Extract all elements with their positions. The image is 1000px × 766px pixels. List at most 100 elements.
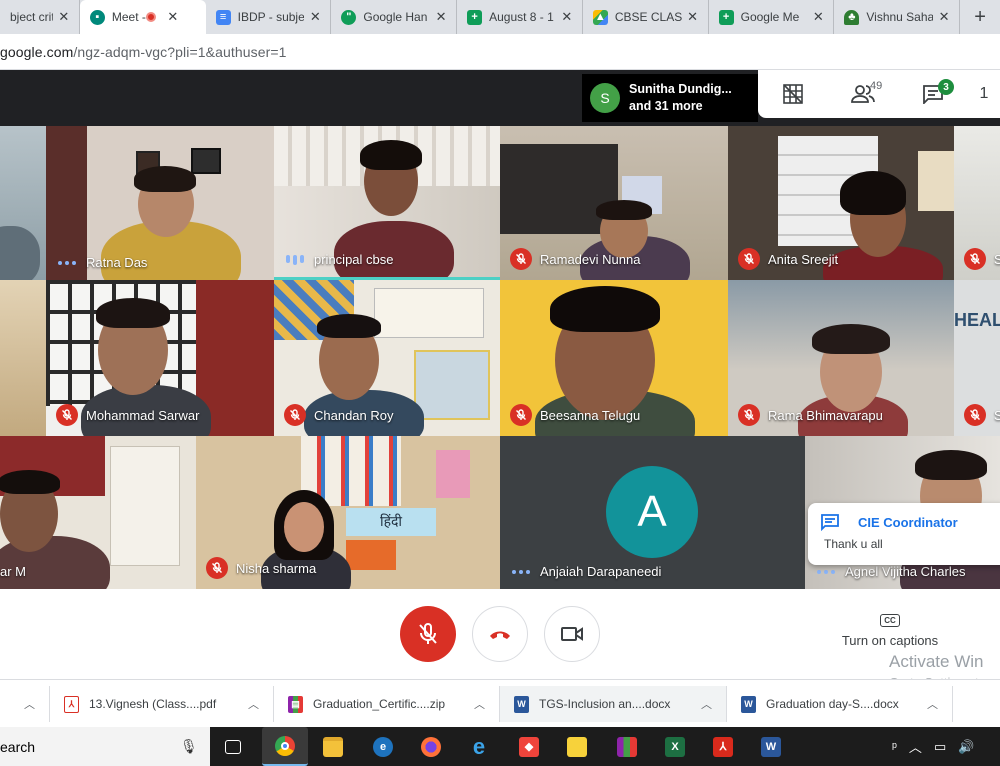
meet-top-bar: S Sunitha Dundig... and 31 more 49 3 1 — [0, 70, 1000, 126]
participant-label: Beesanna Telugu — [500, 404, 640, 426]
word-icon: W — [761, 736, 781, 757]
close-icon[interactable]: ✕ — [811, 9, 825, 25]
mic-off-icon — [964, 248, 986, 270]
address-bar[interactable]: google.com/ngz-adqm-vgc?pli=1&authuser=1 — [0, 34, 1000, 70]
word-icon: W — [741, 695, 756, 713]
participant-label: Chandan Roy — [274, 404, 394, 426]
mic-off-icon — [206, 557, 228, 579]
participant-label: Mohammad Sarwar — [46, 404, 199, 426]
volume-icon[interactable]: 🔊 — [958, 739, 974, 755]
participant-hair — [96, 298, 170, 328]
download-item[interactable]: W TGS-Inclusion an....docx ︿ — [500, 686, 727, 722]
close-icon[interactable]: ✕ — [308, 9, 322, 25]
chat-button[interactable]: 3 — [898, 70, 968, 118]
speaking-indicator-icon — [512, 569, 530, 574]
participant-tile-ratna-das: Ratna Das — [46, 126, 274, 280]
task-view-icon — [225, 739, 241, 754]
taskbar-anydesk[interactable]: ◆ — [514, 732, 544, 761]
participant-hair — [840, 171, 906, 215]
tab-vishnu-saha[interactable]: ♣ Vishnu Saha ✕ — [834, 0, 961, 34]
people-button[interactable]: 49 — [828, 70, 898, 118]
taskbar-word[interactable]: W — [756, 732, 786, 761]
battery-icon[interactable]: ▭ — [934, 739, 946, 755]
participant-name: Mohammad Sarwar — [86, 407, 200, 423]
participant-hair — [0, 470, 60, 494]
download-item[interactable]: ▤ Graduation_Certific....zip ︿ — [274, 686, 500, 722]
close-icon[interactable]: ✕ — [434, 9, 448, 25]
excel-icon: X — [665, 736, 685, 757]
wall-chart — [436, 450, 470, 498]
tab-meet[interactable]: ▪ Meet - ✕ — [79, 0, 206, 34]
tab-ibdp[interactable]: ≡ IBDP - subje ✕ — [206, 0, 332, 34]
chevron-up-icon[interactable]: ︿ — [909, 737, 922, 756]
system-tray: ᵖ ︿ ▭ 🔊 — [892, 727, 974, 766]
captions-button[interactable]: CC Turn on captions — [832, 611, 948, 648]
chevron-up-icon[interactable]: ︿ — [248, 696, 259, 712]
taskbar-excel[interactable]: X — [660, 732, 690, 761]
tab-subject-criteria[interactable]: bject crite ✕ — [0, 0, 80, 34]
wall-sign: HEALT — [954, 310, 1000, 330]
taskbar-sticky-notes[interactable] — [562, 732, 592, 761]
camera-toggle-button[interactable] — [544, 606, 600, 662]
taskbar-edge[interactable]: e — [368, 732, 398, 761]
chevron-up-icon[interactable]: ︿ — [927, 696, 938, 712]
tab-august-8[interactable]: + August 8 - 1 ✕ — [457, 0, 583, 34]
word-icon: W — [514, 695, 529, 713]
download-filename: Graduation day-S....docx — [766, 697, 899, 711]
taskbar-search-box[interactable]: earch 🎙 — [0, 727, 210, 766]
taskbar-chrome[interactable] — [262, 727, 308, 766]
participant-label: Nisha sharma — [196, 557, 316, 579]
leave-call-button[interactable] — [472, 606, 528, 662]
close-icon[interactable]: ✕ — [57, 9, 71, 25]
tab-cbse-class[interactable]: ▲ CBSE CLASS ✕ — [583, 0, 709, 34]
door — [110, 446, 180, 566]
participant-tile — [0, 280, 46, 436]
docs-icon: ≡ — [215, 9, 231, 25]
chevron-up-icon[interactable]: ︿ — [474, 696, 485, 712]
more-button[interactable]: 1 — [968, 70, 1000, 118]
chat-badge: 3 — [938, 79, 954, 95]
sticky-notes-icon — [567, 736, 587, 757]
firefox-icon — [421, 736, 441, 757]
people-icon[interactable]: ᵖ — [892, 739, 897, 754]
tab-title: Vishnu Saha — [866, 10, 934, 24]
close-icon[interactable]: ✕ — [560, 9, 574, 25]
download-item[interactable]: ︿ — [0, 686, 50, 722]
close-icon[interactable]: ✕ — [686, 9, 700, 25]
participant-name: Anjaiah Darapaneedi — [540, 564, 662, 579]
winrar-icon: ▤ — [288, 695, 303, 713]
participant-name: S — [994, 251, 1000, 267]
speaking-indicator-icon — [58, 260, 76, 265]
close-icon[interactable]: ✕ — [166, 9, 180, 25]
mic-off-icon — [738, 404, 760, 426]
chevron-up-icon[interactable]: ︿ — [701, 696, 712, 712]
tab-title: Google Han — [363, 10, 428, 24]
taskbar-firefox[interactable] — [416, 732, 446, 761]
tab-google-hangouts[interactable]: " Google Han ✕ — [331, 0, 458, 34]
taskbar-file-explorer[interactable] — [318, 732, 348, 761]
chevron-up-icon[interactable]: ︿ — [24, 696, 35, 712]
sheets-icon: + — [718, 9, 734, 25]
presenter-chip[interactable]: S Sunitha Dundig... and 31 more — [582, 74, 758, 122]
task-view-button[interactable] — [218, 732, 248, 761]
taskbar-winrar[interactable] — [612, 732, 642, 761]
download-item[interactable]: W Graduation day-S....docx ︿ — [727, 686, 953, 722]
blackboard — [500, 144, 618, 234]
download-item[interactable]: ⅄ 13.Vignesh (Class....pdf ︿ — [50, 686, 274, 722]
close-icon[interactable]: ✕ — [937, 9, 951, 25]
mic-off-icon — [284, 404, 306, 426]
taskbar-acrobat[interactable]: ⅄ — [708, 732, 738, 761]
avatar: A — [606, 466, 698, 558]
mic-off-icon — [738, 248, 760, 270]
participant-label: principal cbse — [274, 252, 394, 267]
layout-button[interactable] — [758, 70, 828, 118]
mic-off-icon — [56, 404, 78, 426]
wall-art — [374, 288, 484, 338]
taskbar-internet-explorer[interactable]: e — [464, 732, 494, 761]
microphone-toggle-button[interactable] — [400, 606, 456, 662]
new-tab-button[interactable]: + — [960, 0, 1000, 34]
tab-google-meet-sheet[interactable]: + Google Me ✕ — [709, 0, 835, 34]
chat-notification[interactable]: CIE Coordinator Thank u all — [808, 503, 1000, 565]
microphone-icon[interactable]: 🎙 — [180, 738, 198, 755]
participant-tile-ar-m: ar M — [0, 436, 196, 589]
